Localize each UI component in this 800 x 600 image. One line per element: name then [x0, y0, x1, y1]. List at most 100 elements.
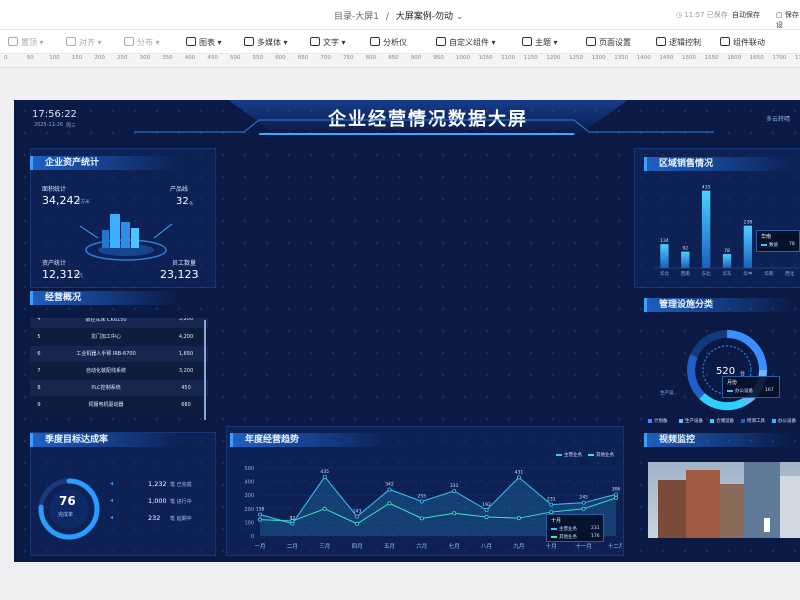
data-point[interactable] [516, 475, 521, 480]
data-point[interactable] [452, 488, 457, 493]
data-point[interactable] [581, 506, 586, 511]
overview-table-viewport[interactable]: 4 数控车床 CK6150 3,200 5 龙门加工中心 4,200 6 工业机器人手臂 IR… [30, 318, 208, 422]
quarter-item-label: 笔 延期中 [170, 516, 192, 522]
legend-item[interactable]: 其他业务 [588, 453, 614, 458]
data-point[interactable] [613, 495, 618, 500]
table-row[interactable]: 6 工业机器人手臂 IRB-6700 1,650 [30, 345, 208, 363]
data-label: 134 [660, 238, 669, 244]
video-feed[interactable] [648, 462, 800, 538]
toolbar-item-media[interactable]: 多媒体 ▾ [244, 37, 288, 48]
trend-legend[interactable]: 主营业务 其他业务 [550, 452, 614, 458]
toolbar-item-align[interactable]: 对齐 ▾ [66, 37, 102, 48]
toolbar-item-text[interactable]: 文字 ▾ [310, 37, 346, 48]
staff-unit: 人 [195, 274, 200, 279]
table-cell-no: 4 [30, 318, 48, 329]
autosave-toggle[interactable]: 自动保存 [732, 10, 760, 20]
legend-item[interactable]: 办公设备 [772, 418, 796, 424]
data-point[interactable] [322, 474, 327, 479]
staff-value: 23,123 [160, 268, 199, 281]
overview-panel-title: 经营概况 [30, 291, 180, 305]
horizontal-ruler: 0 50 100 150 200 250 300 350 400 450 500 550 600 650 7… [0, 54, 800, 68]
ruler-tick: 1650 [749, 55, 764, 61]
data-point[interactable] [257, 512, 262, 517]
data-point[interactable] [419, 499, 424, 504]
overview-scrollbar[interactable] [204, 320, 206, 420]
ruler-tick: 800 [365, 55, 377, 61]
chart-icon [186, 37, 196, 46]
ruler-tick: 700 [320, 55, 331, 61]
data-point[interactable] [355, 514, 360, 519]
toolbar-item-logic-control[interactable]: 逻辑控制 [656, 37, 701, 48]
bar[interactable] [743, 225, 753, 268]
toolbar-item-analyzer[interactable]: 分析仪 [370, 37, 407, 48]
data-label: 255 [418, 493, 427, 499]
legend-item[interactable]: 仓储设备 [710, 418, 734, 424]
toolbar-item-custom-component[interactable]: 自定义组件 ▾ [436, 37, 496, 48]
distribute-icon [124, 37, 134, 46]
x-tick-label: 十二月 [608, 542, 622, 550]
table-cell-name: 数控车床 CK6150 [48, 318, 164, 329]
x-tick-label: 八月 [481, 543, 492, 550]
data-point[interactable] [613, 492, 618, 497]
data-label: 435 [320, 469, 329, 475]
table-cell-name: 龙门加工中心 [48, 328, 164, 346]
legend-item[interactable]: 生产设备 [679, 418, 703, 424]
data-point[interactable] [387, 487, 392, 492]
analyzer-icon [370, 37, 380, 46]
bar[interactable] [660, 244, 669, 268]
breadcrumb-current[interactable]: 大屏案例-勿动 [396, 12, 453, 22]
data-point[interactable] [322, 506, 327, 511]
sales-bar-chart[interactable]: 134 华北 92 西南 435 东北 78 华东 238 华中 华南 西北 [646, 172, 800, 282]
ruler-tick: 1050 [478, 55, 493, 61]
page-settings-icon [586, 37, 596, 46]
bar[interactable] [681, 251, 690, 268]
tick-label: 西南 [681, 270, 690, 277]
ruler-tick: 1000 [456, 55, 470, 61]
gauge-value: 76 [59, 494, 76, 508]
y-tick-label: 200 [244, 507, 254, 513]
data-label: 78 [724, 248, 730, 254]
x-tick-label: 七月 [449, 542, 460, 550]
bar[interactable] [722, 254, 732, 268]
data-point[interactable] [581, 500, 586, 505]
table-cell-value: 1,650 [164, 345, 208, 363]
toolbar-item-chart[interactable]: 图表 ▾ [186, 37, 222, 48]
table-row[interactable]: 9 伺服电机驱动器 680 [30, 396, 208, 414]
arrow-left-icon: ◂ [110, 514, 114, 521]
save-settings[interactable]: ▢ 保存设 [776, 10, 800, 30]
text-icon [310, 37, 320, 46]
data-point[interactable] [257, 517, 262, 522]
toolbar-item-distribute[interactable]: 分布 ▾ [124, 37, 160, 48]
arrow-left-icon: ◂ [110, 480, 114, 487]
breadcrumb-root[interactable]: 目录-大屏1 [334, 12, 379, 22]
legend-item[interactable]: 计划备 [648, 418, 668, 424]
data-point[interactable] [290, 519, 295, 524]
data-point[interactable] [419, 516, 424, 521]
chevron-down-icon[interactable]: ⌄ [456, 12, 464, 22]
data-point[interactable] [355, 521, 360, 526]
table-row[interactable]: 7 自动化装配线系统 3,200 [30, 362, 208, 380]
legend-item[interactable]: 检测工具 [741, 418, 765, 424]
toolbar-item-top[interactable]: 置顶 ▾ [8, 37, 44, 48]
x-tick-label: 五月 [384, 543, 395, 550]
table-row[interactable]: 4 数控车床 CK6150 3,200 [30, 318, 208, 329]
table-cell-name: 伺服电机驱动器 [48, 396, 164, 414]
bar[interactable] [701, 190, 711, 268]
data-label: 238 [744, 220, 753, 226]
table-cell-name: 自动化装配线系统 [48, 362, 164, 380]
data-point[interactable] [549, 502, 554, 507]
toolbar-item-theme[interactable]: 主题 ▾ [522, 37, 558, 48]
toolbar-item-page-settings[interactable]: 页面设置 [586, 37, 631, 48]
table-row[interactable]: 8 PLC控制系统 450 [30, 379, 208, 397]
data-point[interactable] [516, 516, 521, 521]
data-point[interactable] [484, 507, 489, 512]
dashboard-screen[interactable]: 17:56:22 2025-11-26 周三 企业经营情况数据大屏 多云转晴 企… [14, 100, 800, 562]
data-point[interactable] [484, 514, 489, 519]
toolbar-item-linkage[interactable]: 组件联动 [720, 37, 765, 48]
table-row[interactable]: 5 龙门加工中心 4,200 [30, 328, 208, 346]
legend-item[interactable]: 主营业务 [556, 453, 582, 458]
ruler-tick: 1300 [591, 55, 606, 61]
mgmt-legend[interactable]: 计划备 生产设备 仓储设备 检测工具 办公设备 [648, 418, 800, 428]
data-point[interactable] [387, 501, 392, 506]
data-point[interactable] [452, 511, 457, 516]
